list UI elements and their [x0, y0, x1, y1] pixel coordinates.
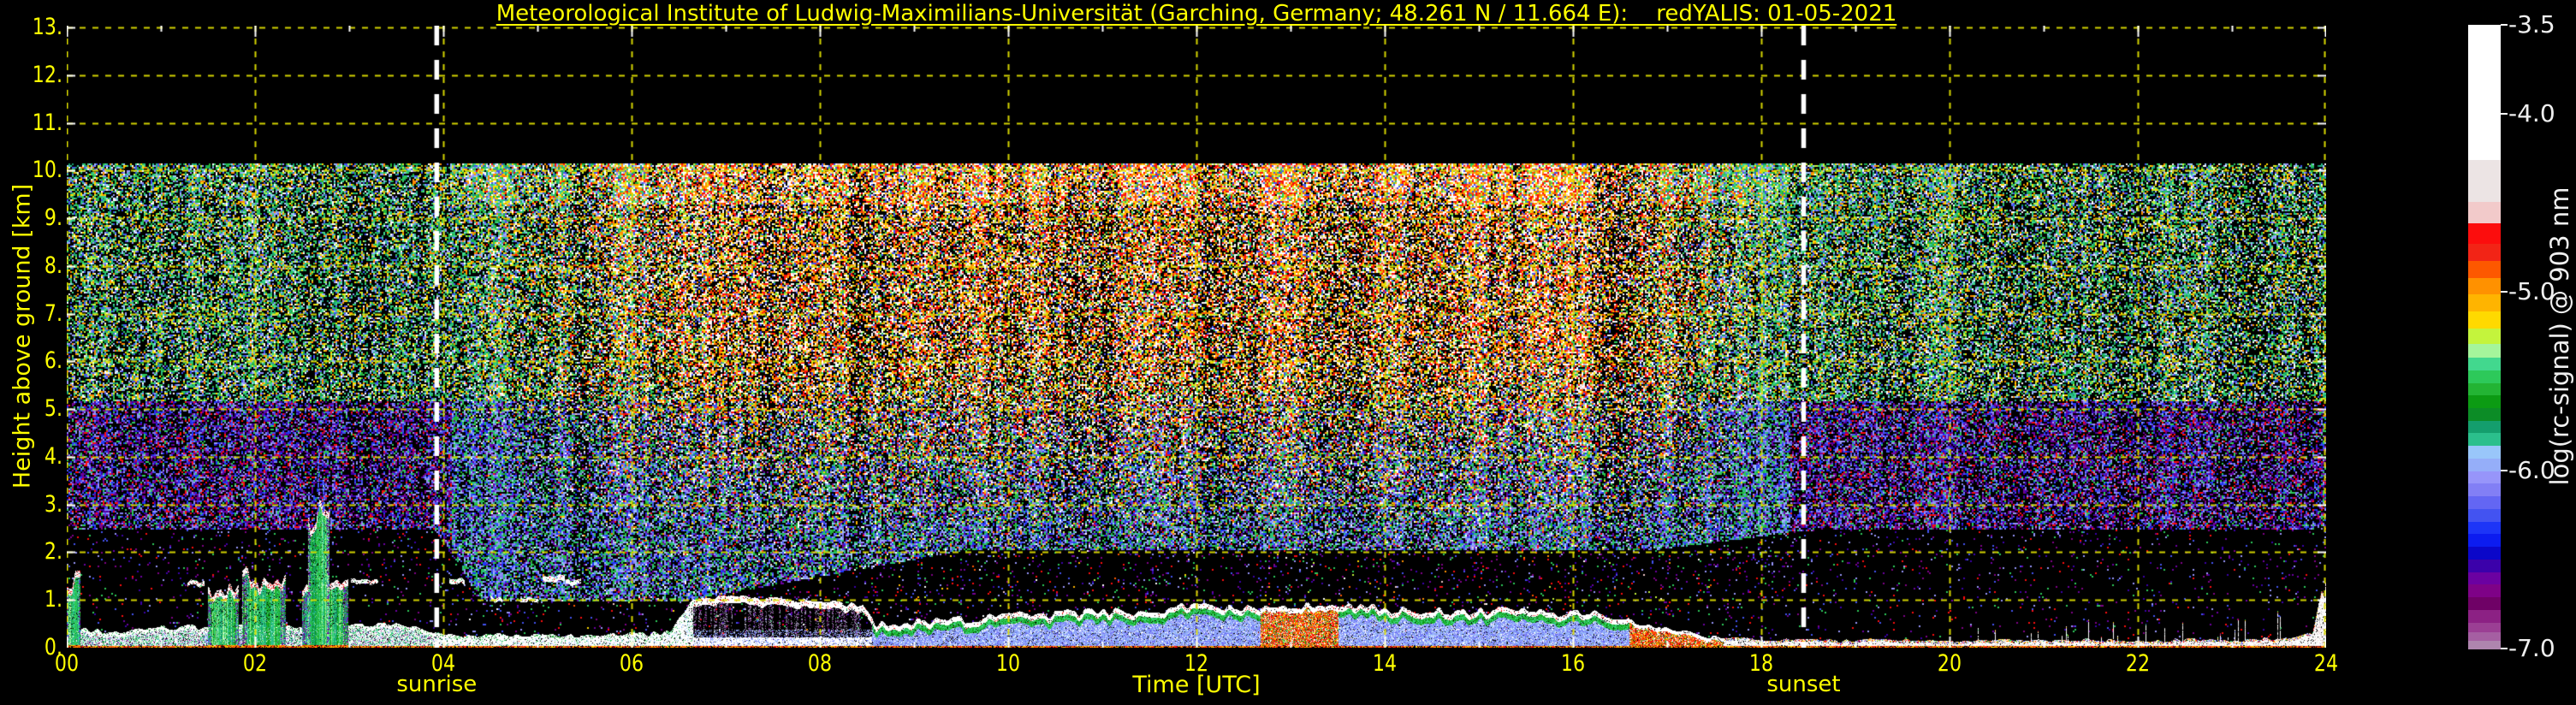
colorbar-band — [2468, 358, 2501, 371]
colorbar-band — [2468, 508, 2501, 523]
colorbar-band — [2468, 160, 2501, 204]
colorbar-band — [2468, 370, 2501, 384]
colorbar-band — [2468, 521, 2501, 536]
colorbar-band — [2468, 277, 2501, 296]
colorbar-band — [2468, 547, 2501, 560]
colorbar-band — [2468, 344, 2501, 358]
colorbar-band — [2468, 222, 2501, 246]
y-axis-tick-label: 8. — [44, 252, 62, 279]
x-axis-tick-label: 16 — [1560, 650, 1586, 677]
colorbar-band — [2468, 597, 2501, 611]
x-axis-tick-label: 22 — [2125, 650, 2151, 677]
x-axis-tick-label: 10 — [995, 650, 1021, 677]
colorbar-tick-label: -7.0 — [2508, 633, 2555, 662]
colorbar-band — [2468, 420, 2501, 435]
colorbar-band — [2468, 458, 2501, 472]
x-axis-tick-label: 00 — [54, 650, 80, 677]
sunset-label: sunset — [1766, 672, 1841, 697]
y-axis-tick-label: 13. — [32, 14, 62, 41]
y-axis-tick-label: 3. — [44, 490, 62, 518]
plot-title: Meteorological Institute of Ludwig-Maxim… — [67, 1, 2326, 27]
colorbar-band — [2468, 559, 2501, 573]
colorbar-band — [2468, 622, 2501, 634]
lidar-quicklook-page: Meteorological Institute of Ludwig-Maxim… — [0, 0, 2576, 705]
colorbar-band — [2468, 294, 2501, 312]
x-axis-tick-label: 24 — [2313, 650, 2339, 677]
colorbar-band — [2468, 496, 2501, 510]
y-axis-tick-label: 10. — [32, 157, 62, 184]
x-axis-tick-label: 02 — [242, 650, 268, 677]
colorbar-tick-label: -3.5 — [2508, 9, 2555, 39]
colorbar-title: log(rc-signal) @ 903 nm — [2545, 187, 2574, 486]
colorbar-band — [2468, 25, 2501, 162]
colorbar-band — [2468, 202, 2501, 224]
colorbar-band — [2468, 408, 2501, 422]
colorbar — [2468, 25, 2501, 649]
colorbar-tick-mark — [2501, 291, 2508, 293]
sunrise-label: sunrise — [396, 672, 478, 697]
x-axis-tick-label: 06 — [619, 650, 644, 677]
colorbar-tick-mark — [2501, 648, 2508, 649]
colorbar-tick-mark — [2501, 113, 2508, 116]
heatmap-canvas — [67, 26, 2326, 648]
y-axis-tick-label: 6. — [44, 347, 62, 375]
colorbar-band — [2468, 483, 2501, 497]
colorbar-band — [2468, 641, 2501, 649]
y-axis-tick-label: 4. — [44, 442, 62, 470]
colorbar-band — [2468, 261, 2501, 279]
colorbar-tick-label: -4.0 — [2508, 98, 2555, 127]
colorbar-band — [2468, 433, 2501, 447]
y-axis-tick-label: 9. — [44, 204, 62, 232]
y-axis-tick-label: 7. — [44, 299, 62, 327]
colorbar-band — [2468, 471, 2501, 485]
x-axis-tick-label: 20 — [1937, 650, 1962, 677]
colorbar-tick-mark — [2501, 24, 2508, 26]
x-axis-tick-label: 14 — [1372, 650, 1398, 677]
colorbar-band — [2468, 572, 2501, 586]
colorbar-band — [2468, 584, 2501, 598]
colorbar-band — [2468, 328, 2501, 346]
colorbar-band — [2468, 395, 2501, 409]
y-axis-tick-label: 2. — [44, 538, 62, 566]
x-axis-title: Time [UTC] — [1132, 672, 1261, 698]
colorbar-band — [2468, 311, 2501, 329]
plot-title-text: Meteorological Institute of Ludwig-Maxim… — [496, 1, 1897, 27]
colorbar-band — [2468, 382, 2501, 397]
x-axis-tick-label: 08 — [807, 650, 833, 677]
colorbar-band — [2468, 534, 2501, 548]
colorbar-band — [2468, 244, 2501, 262]
colorbar-tick-mark — [2501, 469, 2508, 471]
y-axis-tick-label: 11. — [32, 109, 62, 136]
colorbar-band — [2468, 609, 2501, 624]
y-axis-tick-label: 12. — [32, 61, 62, 88]
colorbar-band — [2468, 446, 2501, 459]
y-axis-tick-label: 1. — [44, 586, 62, 613]
y-axis-tick-label: 5. — [44, 395, 62, 423]
